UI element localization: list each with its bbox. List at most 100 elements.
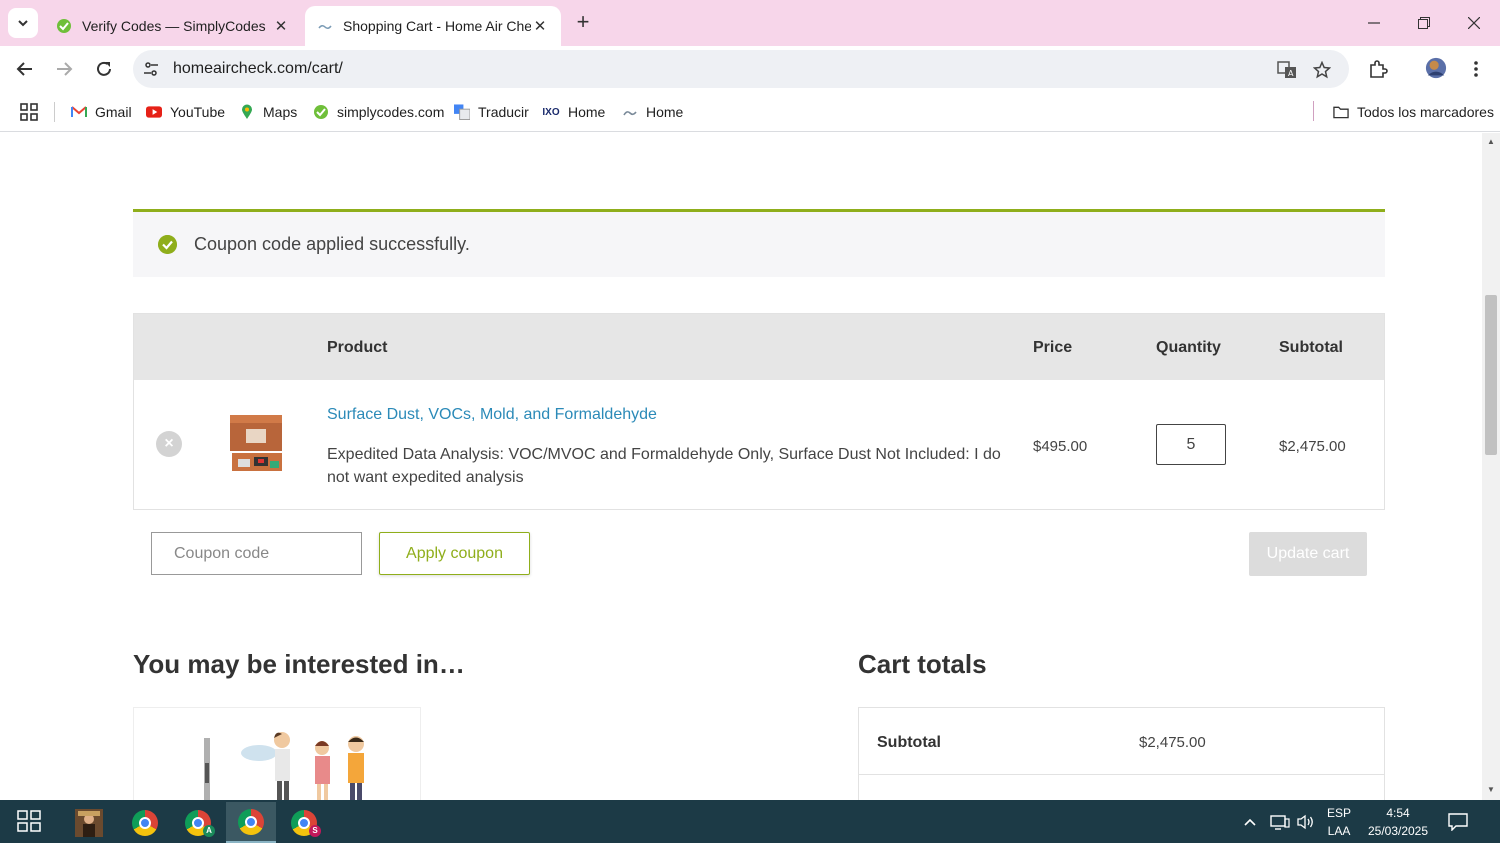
bookmark-label: Home [646,104,684,120]
forward-button[interactable] [51,56,77,82]
header-quantity: Quantity [1156,339,1221,356]
scrollbar-thumb[interactable] [1485,295,1497,455]
header-subtotal: Subtotal [1279,339,1343,356]
bookmark-label: Maps [263,104,298,120]
product-name-link[interactable]: Surface Dust, VOCs, Mold, and Formaldehy… [327,406,657,424]
chevron-up-icon [1244,818,1256,826]
profile-avatar[interactable] [1425,57,1447,79]
simplycodes-favicon-icon [57,19,71,33]
restore-button[interactable] [1404,8,1444,38]
interested-heading: You may be interested in… [133,649,465,679]
close-tab-icon[interactable]: ✕ [272,17,290,35]
tab-title: Shopping Cart - Home Air Chec [343,18,531,34]
close-window-button[interactable] [1454,8,1494,38]
close-tab-icon[interactable]: ✕ [531,17,549,35]
homeaircheck-favicon-icon [318,24,332,30]
bookmark-traducir[interactable]: Traducir [454,101,529,123]
notice-message: Coupon code applied successfully. [194,234,470,254]
gmail-icon [71,104,87,120]
update-cart-button[interactable]: Update cart [1249,532,1367,576]
volume-icon[interactable] [1296,800,1316,843]
home-logo-icon: IXO [542,106,560,118]
apply-coupon-button[interactable]: Apply coupon [379,532,530,575]
reload-button[interactable] [91,56,117,82]
language-code: ESP [1326,806,1351,820]
maps-icon [239,104,255,120]
folder-icon [1333,104,1349,120]
totals-subtotal-value: $2,475.00 [1139,734,1206,751]
clock[interactable]: 4:54 25/03/2025 [1362,804,1434,840]
bookmark-label: Gmail [95,104,132,120]
bookmark-home-2[interactable]: Home [622,101,683,123]
apps-grid-icon [20,103,38,121]
bookmark-label: simplycodes.com [337,104,445,120]
cart-table-header: Product Price Quantity Subtotal [134,314,1384,380]
url-text: homeaircheck.com/cart/ [173,60,343,77]
close-icon [1468,17,1480,29]
taskbar-app-game[interactable] [64,802,114,843]
chrome-icon [132,809,158,836]
new-tab-button[interactable]: + [570,10,596,36]
game-app-icon [75,808,103,837]
tab-shopping-cart[interactable]: Shopping Cart - Home Air Chec ✕ [305,6,561,46]
remove-item-button[interactable]: × [156,431,182,457]
chevron-down-icon [18,20,28,27]
taskbar-chrome-4[interactable]: S [279,802,329,843]
show-hidden-icons-button[interactable] [1243,800,1257,843]
back-button[interactable] [12,56,38,82]
bookmarks-separator [1313,101,1314,121]
item-price: $495.00 [1033,438,1088,455]
clock-time: 4:54 [1386,806,1410,820]
bookmark-label: YouTube [170,104,226,120]
bookmark-simplycodes[interactable]: simplycodes.com [313,101,444,123]
task-view-icon [17,809,41,832]
site-info-icon[interactable] [141,59,161,79]
page-content: Coupon code applied successfully. Produc… [0,133,1482,800]
profile-badge-icon: A [203,825,215,837]
more-menu-icon[interactable] [1465,58,1487,80]
bookmark-home-1[interactable]: IXO Home [542,101,605,123]
minimize-button[interactable] [1354,8,1394,38]
network-icon[interactable] [1270,800,1290,843]
profile-badge-icon: S [309,825,321,837]
totals-divider [859,774,1384,775]
product-thumbnail[interactable] [222,409,292,479]
taskbar-chrome-1[interactable] [120,802,170,843]
browser-toolbar: homeaircheck.com/cart/ A [0,46,1500,92]
header-product: Product [327,339,388,356]
keyboard-layout: LAA [1327,824,1351,838]
extensions-icon[interactable] [1367,58,1389,80]
translate-page-icon[interactable]: A [1276,59,1298,81]
address-bar[interactable]: homeaircheck.com/cart/ A [133,50,1349,88]
success-check-icon [158,235,177,254]
windows-taskbar: A S ESP LAA 4:54 25/03/2025 [0,800,1500,843]
notifications-button[interactable] [1448,800,1468,843]
bookmark-gmail[interactable]: Gmail [71,101,132,123]
tab-bar: Verify Codes — SimplyCodes ✕ Shopping Ca… [0,0,1500,46]
totals-subtotal-label: Subtotal [877,734,941,751]
tab-verify-codes[interactable]: Verify Codes — SimplyCodes ✕ [44,6,302,46]
bookmark-label: Home [568,104,606,120]
apps-button[interactable] [20,101,38,123]
all-bookmarks-button[interactable]: Todos los marcadores [1333,101,1494,123]
svg-text:A: A [1288,69,1294,78]
recommended-product-image[interactable] [134,708,421,800]
scroll-down-arrow-icon[interactable]: ▼ [1486,785,1496,795]
recommended-product-card[interactable] [133,707,421,800]
quantity-input[interactable]: 5 [1156,424,1226,465]
page-scrollbar[interactable]: ▲ ▼ [1482,133,1500,800]
language-indicator[interactable]: ESP LAA [1322,804,1356,840]
bookmark-youtube[interactable]: YouTube [146,101,225,123]
task-view-button[interactable] [4,800,54,841]
scroll-up-arrow-icon[interactable]: ▲ [1486,137,1496,147]
taskbar-chrome-2[interactable]: A [173,802,223,843]
tab-search-button[interactable] [8,8,38,38]
bookmark-star-icon[interactable] [1311,59,1333,81]
bookmark-maps[interactable]: Maps [239,101,297,123]
taskbar-chrome-3[interactable] [226,802,276,843]
home-cloud-icon [622,104,638,120]
item-subtotal: $2,475.00 [1279,438,1346,455]
coupon-code-input[interactable]: Coupon code [151,532,362,575]
cart-totals-heading: Cart totals [858,649,987,679]
product-description: Expedited Data Analysis: VOC/MVOC and Fo… [327,446,1001,486]
